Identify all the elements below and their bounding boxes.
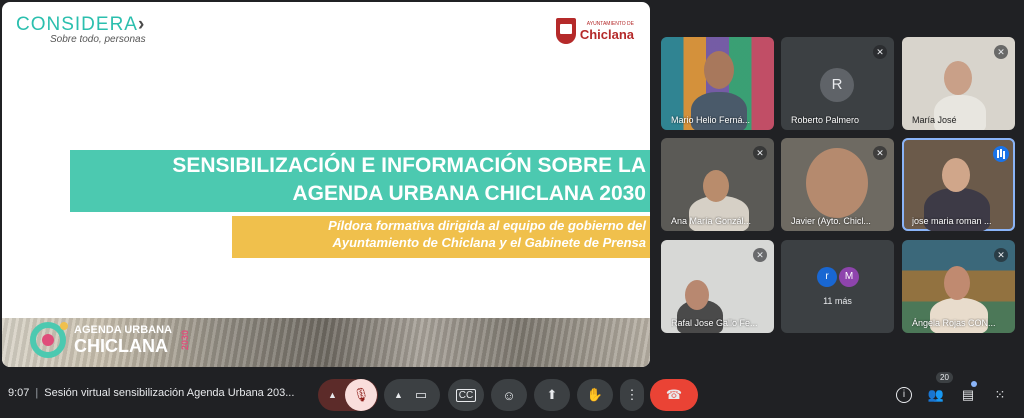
participant-face <box>806 148 868 218</box>
meeting-info: 9:07 | Sesión virtual sensibilización Agen… <box>8 387 294 399</box>
captions-button[interactable]: CC <box>448 379 484 411</box>
participant-face <box>703 170 729 202</box>
slide-title-line-2: AGENDA URBANA CHICLANA 2030 <box>292 182 646 205</box>
activities-icon: ⁙ <box>994 387 1006 402</box>
chiclana-logo: AYUNTAMIENTO DE Chiclana <box>555 18 634 44</box>
people-button[interactable]: 👥 <box>924 383 948 407</box>
city-logo-name: Chiclana <box>579 26 634 42</box>
participant-face <box>944 266 970 300</box>
emoji-icon: ☺ <box>502 387 516 403</box>
participant-name: jose maria roman ... <box>912 216 992 226</box>
more-participants-tile[interactable]: r M 11 más <box>781 240 894 333</box>
agenda-dot-icon <box>60 322 68 330</box>
participant-face <box>942 158 970 192</box>
slide-subtitle-line-1: Píldora formativa dirigida al equipo de … <box>328 218 646 233</box>
more-options-button[interactable]: ⋮ <box>620 379 644 411</box>
mic-off-icon: ✕ <box>753 146 767 160</box>
avatar: M <box>839 267 859 287</box>
info-icon: i <box>896 387 912 403</box>
mic-off-icon: ✕ <box>994 248 1008 262</box>
chat-notification-dot <box>971 381 977 387</box>
chat-button[interactable]: ▤ <box>956 383 980 407</box>
speaking-indicator-icon <box>993 146 1009 162</box>
present-icon: ⬆ <box>546 387 558 402</box>
meeting-details-button[interactable]: i <box>892 383 916 407</box>
participant-name: Ana María Gonzál... <box>671 216 752 226</box>
bottom-control-bar: 9:07 | Sesión virtual sensibilización Agen… <box>0 371 1024 418</box>
participant-name: Roberto Palmero <box>791 115 860 125</box>
considera-logo: CONSIDERA› Sobre todo, personas <box>16 14 146 45</box>
presentation-slide: CONSIDERA› Sobre todo, personas AYUNTAMI… <box>2 2 650 367</box>
hang-up-button[interactable]: ☎ <box>650 379 698 411</box>
participant-tile[interactable]: jose maria roman ... <box>902 138 1015 231</box>
chevron-up-icon: ▲ <box>394 390 403 400</box>
camera-icon: ▭ <box>414 387 428 402</box>
slide-title: SENSIBILIZACIÓN E INFORMACIÓN SOBRE LA A… <box>70 152 648 208</box>
participant-count-badge: 20 <box>936 372 953 383</box>
more-participants-label: 11 más <box>823 296 852 306</box>
participant-tile[interactable]: R ✕ Roberto Palmero <box>781 37 894 130</box>
mic-off-icon: ✕ <box>873 146 887 160</box>
separator: | <box>35 387 39 399</box>
avatar: r <box>817 267 837 287</box>
present-button[interactable]: ⬆ <box>534 379 570 411</box>
mic-off-icon: ✕ <box>873 45 887 59</box>
participant-name: Mario Helio Ferná... <box>671 115 751 125</box>
mic-off-icon: ✕ <box>994 45 1008 59</box>
participant-tile[interactable]: ✕ Ana María Gonzál... <box>661 138 774 231</box>
agenda-word-1: AGENDA URBANA <box>74 323 172 336</box>
coat-of-arms-icon <box>555 18 576 44</box>
slide-subtitle-line-2: Ayuntamiento de Chiclana y el Gabinete d… <box>332 235 646 250</box>
raise-hand-icon: ✋ <box>586 387 604 402</box>
people-icon: 👥 <box>927 387 945 402</box>
mic-off-icon: 🎙 <box>352 387 370 402</box>
participant-tile[interactable]: ✕ Rafal Jose Gallo Fe... <box>661 240 774 333</box>
slide-subtitle: Píldora formativa dirigida al equipo de … <box>232 217 648 251</box>
participant-name: Ángela Rojas CON... <box>912 318 996 328</box>
mic-off-icon: ✕ <box>753 248 767 262</box>
participant-tile[interactable]: ✕ María José <box>902 37 1015 130</box>
participant-face <box>944 61 972 95</box>
clock-time: 9:07 <box>8 387 30 399</box>
participant-tile[interactable]: ✕ Ángela Rojas CON... <box>902 240 1015 333</box>
agenda-word-2: CHICLANA <box>74 335 168 356</box>
participant-face <box>704 51 734 89</box>
participant-tile[interactable]: ✕ Javier (Ayto. Chicl... <box>781 138 894 231</box>
meeting-title: Sesión virtual sensibilización Agenda Ur… <box>44 387 295 399</box>
activities-button[interactable]: ⁙ <box>988 383 1012 407</box>
brand-tagline: Sobre todo, personas <box>50 34 146 45</box>
agenda-urbana-logo: AGENDA URBANA CHICLANA 2030 <box>30 322 190 358</box>
brand-name: CONSIDERA <box>16 14 138 35</box>
participant-name: María José <box>912 115 957 125</box>
captions-icon: CC <box>455 388 477 402</box>
raise-hand-button[interactable]: ✋ <box>577 379 613 411</box>
video-options-button[interactable]: ▲ ▭ <box>384 379 440 411</box>
avatar: R <box>820 68 854 102</box>
participant-name: Javier (Ayto. Chicl... <box>791 216 871 226</box>
mic-toggle-button[interactable]: 🎙 <box>345 379 377 411</box>
slide-title-line-1: SENSIBILIZACIÓN E INFORMACIÓN SOBRE LA <box>172 154 646 177</box>
hang-up-icon: ☎ <box>665 387 683 402</box>
chevron-up-icon: ▲ <box>328 390 337 400</box>
agenda-year: 2030 <box>179 329 190 351</box>
more-options-icon: ⋮ <box>625 387 639 402</box>
emoji-button[interactable]: ☺ <box>491 379 527 411</box>
chat-icon: ▤ <box>961 387 975 402</box>
participant-face <box>685 280 709 310</box>
chevron-right-icon: › <box>137 14 146 35</box>
participant-name: Rafal Jose Gallo Fe... <box>671 318 758 328</box>
participant-tile[interactable]: Mario Helio Ferná... <box>661 37 774 130</box>
meet-window: CONSIDERA› Sobre todo, personas AYUNTAMI… <box>0 0 1024 418</box>
